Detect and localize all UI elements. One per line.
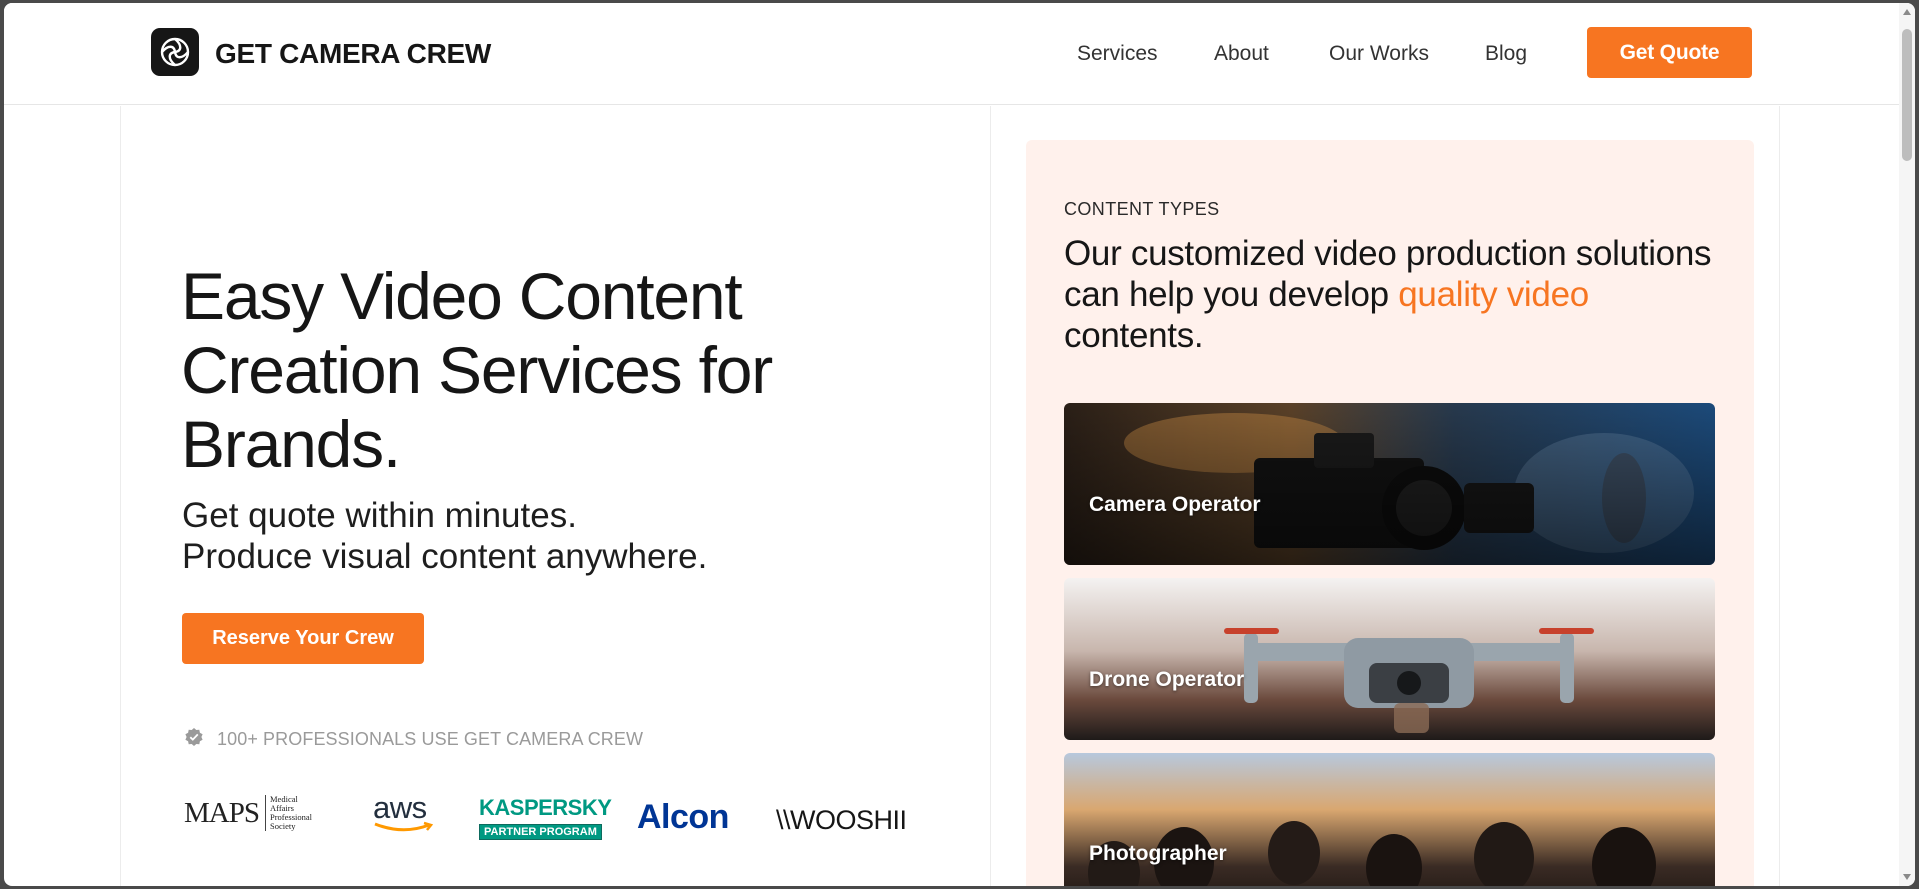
camera-operator-image <box>1064 403 1715 565</box>
photographer-image <box>1064 753 1715 886</box>
panel-heading-text: Our customized video production solution… <box>1064 234 1712 314</box>
card-label: Camera Operator <box>1089 493 1261 516</box>
card-camera-operator[interactable]: Camera Operator <box>1064 403 1715 565</box>
kaspersky-logo-wordmark: KASPERSKY <box>479 795 612 820</box>
panel-eyebrow: CONTENT TYPES <box>1064 199 1220 219</box>
kaspersky-logo: KASPERSKY PARTNER PROGRAM <box>479 795 612 840</box>
panel-heading-end: contents. <box>1064 316 1204 355</box>
nav-our-works[interactable]: Our Works <box>1329 42 1429 66</box>
site-header: GET CAMERA CREW Services About Our Works… <box>4 3 1899 105</box>
alcon-logo: Alcon <box>637 798 729 836</box>
brand-name[interactable]: GET CAMERA CREW <box>215 38 491 70</box>
scroll-down-icon[interactable] <box>1903 874 1911 880</box>
reserve-crew-button[interactable]: Reserve Your Crew <box>182 613 424 664</box>
scrollbar[interactable] <box>1899 3 1915 886</box>
aperture-logo-icon[interactable] <box>151 28 199 76</box>
card-drone-operator[interactable]: Drone Operator <box>1064 578 1715 740</box>
wooshii-logo: \\WOOSHII <box>776 805 907 835</box>
nav-services[interactable]: Services <box>1077 42 1158 66</box>
scroll-up-icon[interactable] <box>1903 9 1911 15</box>
card-label: Drone Operator <box>1089 668 1245 691</box>
social-proof: 100+ PROFESSIONALS USE GET CAMERA CREW <box>184 727 643 752</box>
card-label: Photographer <box>1089 842 1227 865</box>
professionals-text: 100+ PROFESSIONALS USE GET CAMERA CREW <box>217 729 644 749</box>
maps-caption-line: Society <box>270 821 296 831</box>
layout-divider <box>1779 106 1780 886</box>
hero-subtitle-line-1: Get quote within minutes. <box>182 496 577 535</box>
aws-logo: aws <box>373 790 437 833</box>
drone-operator-image <box>1064 578 1715 740</box>
get-quote-button[interactable]: Get Quote <box>1587 27 1752 78</box>
hero-subtitle: Get quote within minutes. Produce visual… <box>182 495 707 577</box>
nav-blog[interactable]: Blog <box>1485 42 1527 66</box>
maps-logo-wordmark: MAPS <box>184 796 260 829</box>
panel-heading: Our customized video production solution… <box>1064 233 1724 356</box>
card-photographer[interactable]: Photographer <box>1064 753 1715 886</box>
hero-subtitle-line-2: Produce visual content anywhere. <box>182 537 708 576</box>
aws-logo-wordmark: aws <box>373 790 427 825</box>
scrollbar-thumb[interactable] <box>1902 29 1912 161</box>
nav-about[interactable]: About <box>1214 42 1269 66</box>
maps-logo: MAPS Medical Affairs Professional Societ… <box>184 795 312 831</box>
kaspersky-partner-badge: PARTNER PROGRAM <box>479 824 602 840</box>
layout-divider <box>120 106 121 886</box>
layout-divider <box>990 106 991 886</box>
panel-heading-accent: quality video <box>1398 275 1589 314</box>
browser-window: GET CAMERA CREW Services About Our Works… <box>4 3 1915 886</box>
maps-logo-caption: Medical Affairs Professional Society <box>265 795 312 831</box>
verified-badge-icon <box>184 727 204 752</box>
hero-title: Easy Video Content Creation Services for… <box>181 259 773 481</box>
